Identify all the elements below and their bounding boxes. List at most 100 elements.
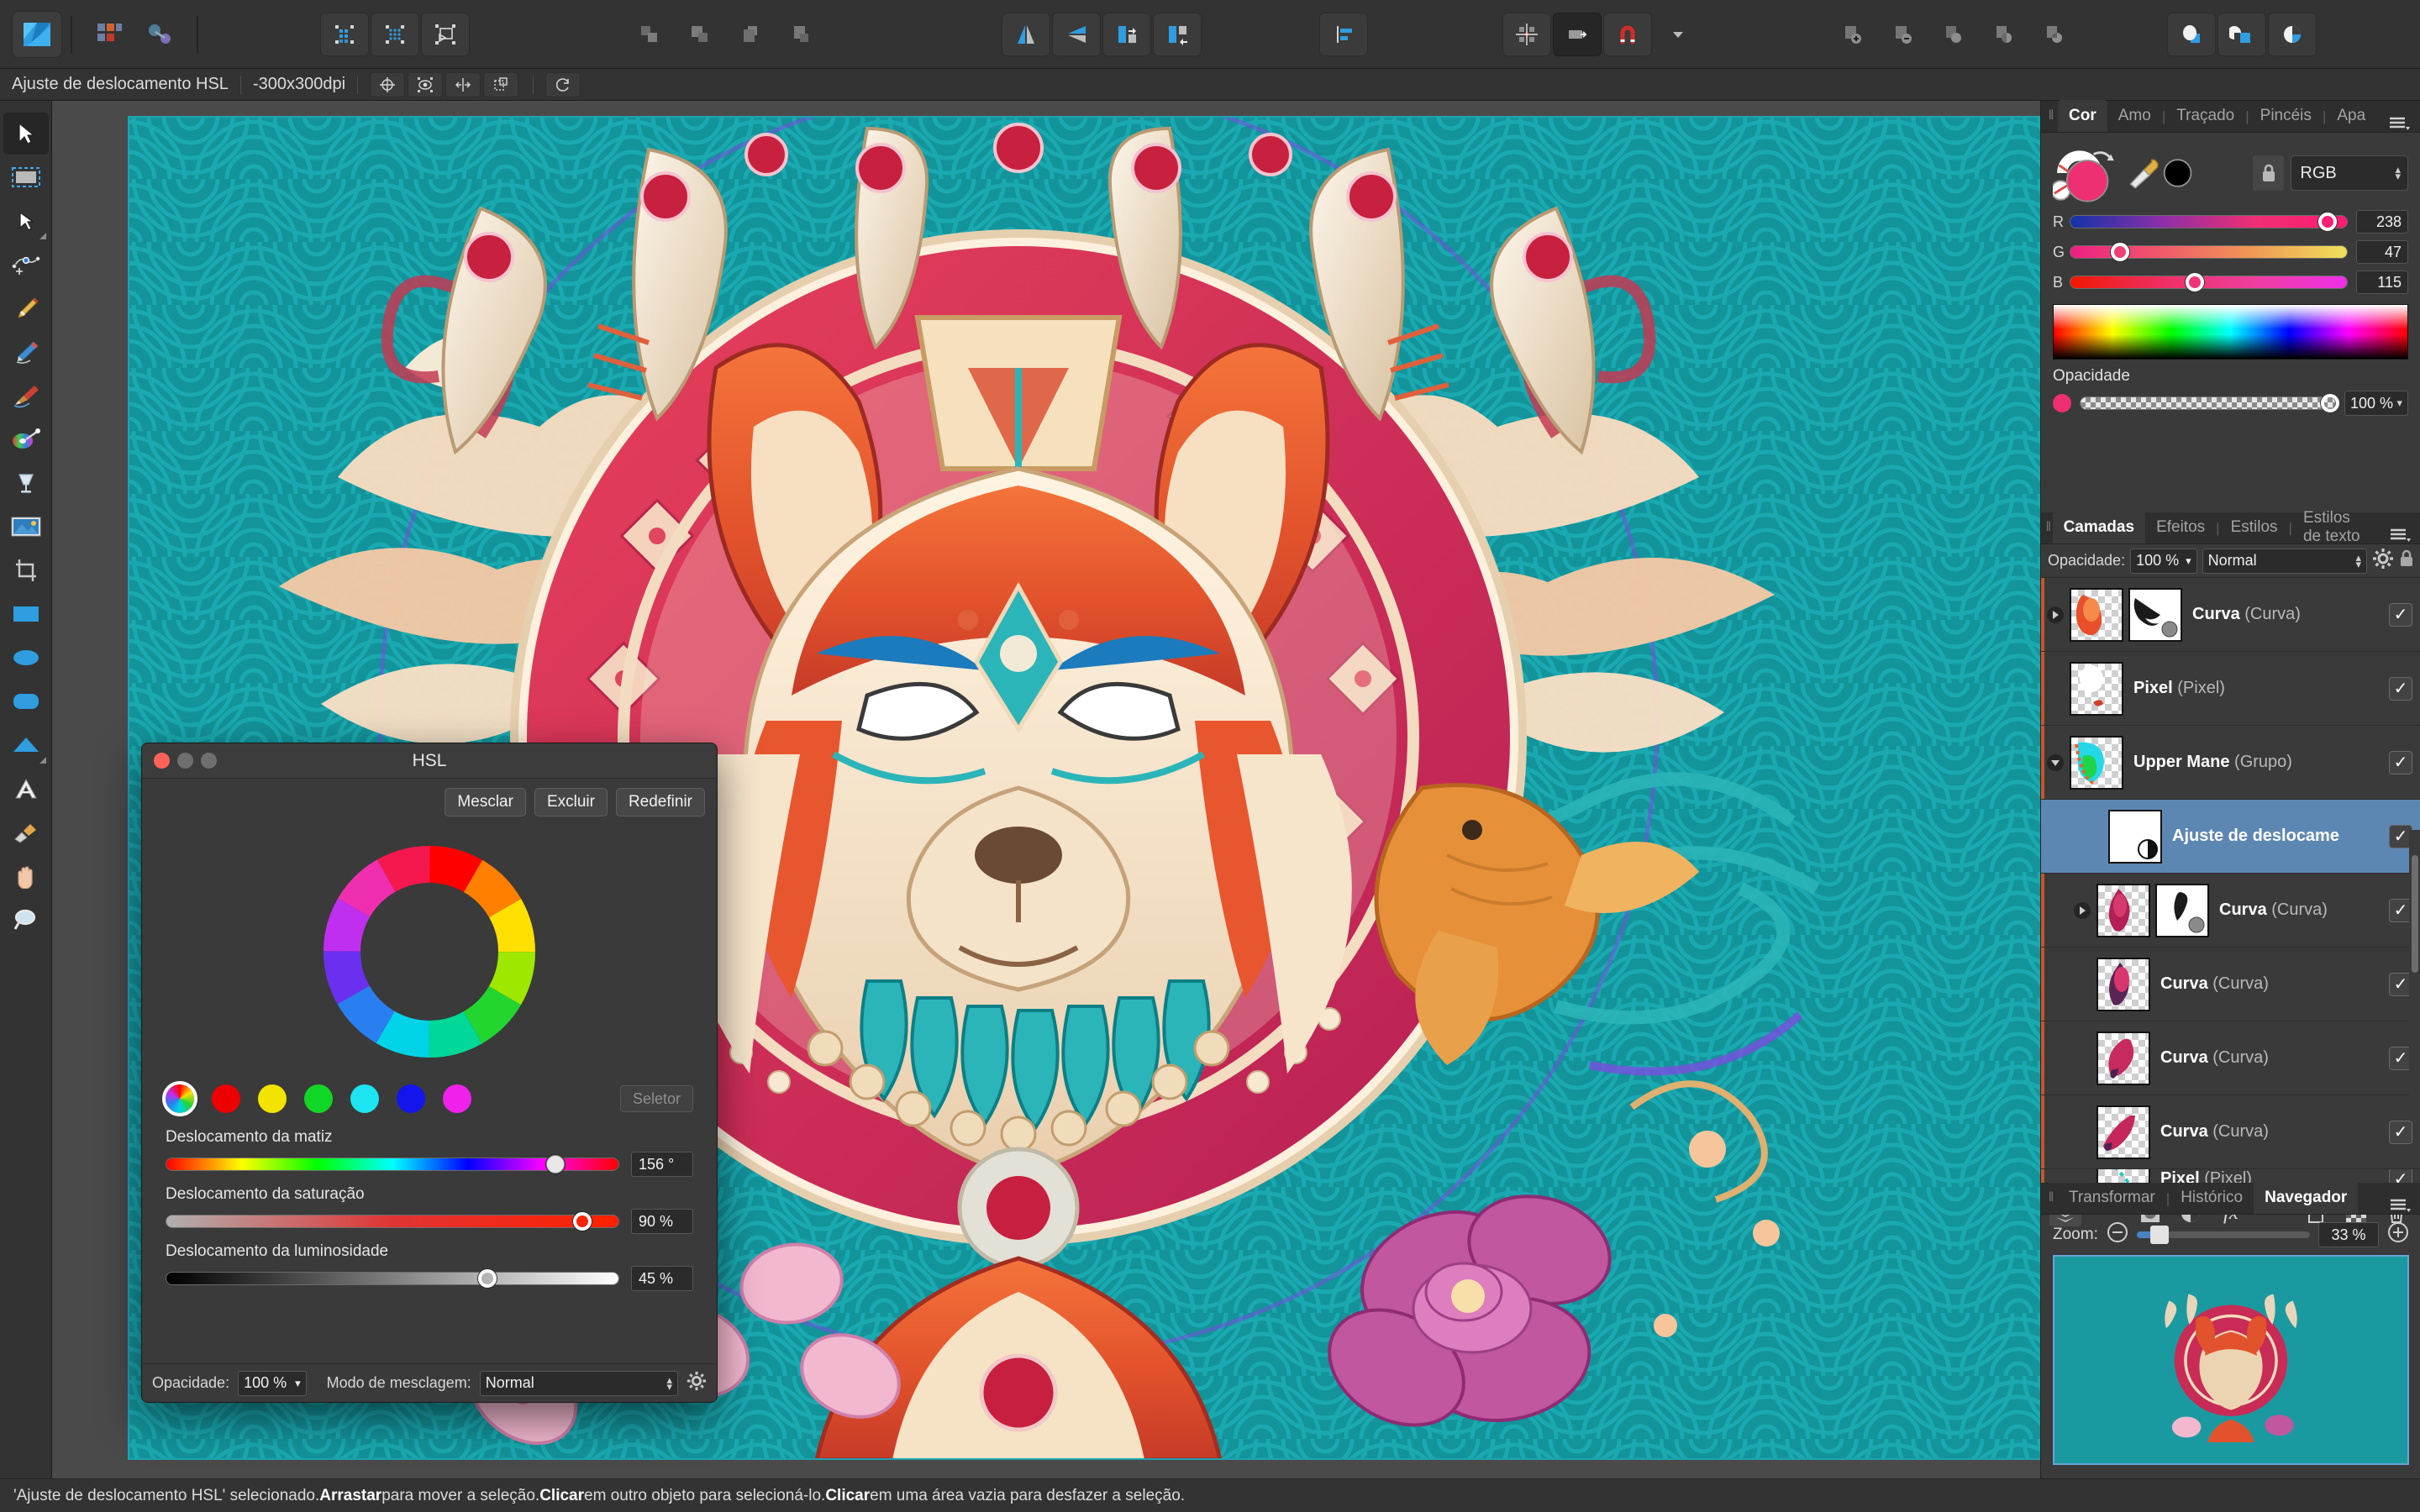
channel-slider-b[interactable] xyxy=(2070,273,2348,291)
tab-estilos[interactable]: Estilos xyxy=(2220,512,2289,543)
zoom-slider[interactable] xyxy=(2136,1226,2310,1244)
fill-glass-icon[interactable] xyxy=(3,462,49,504)
panel-grip-icon[interactable]: ‖ xyxy=(2044,1182,2058,1214)
opacity-value[interactable]: 100 % ▾ xyxy=(2344,391,2408,416)
pencil-tool[interactable] xyxy=(3,331,49,373)
tab-efeitos[interactable]: Efeitos xyxy=(2145,512,2216,543)
layer-opacity-select[interactable]: 100 % ▾ xyxy=(2130,548,2197,574)
layer-thumbnail[interactable] xyxy=(2096,883,2150,937)
channel-slider-g[interactable] xyxy=(2070,243,2348,261)
layer-visibility-checkbox[interactable]: ✓ xyxy=(2389,676,2412,701)
crop-icon[interactable] xyxy=(3,549,49,591)
node-tool[interactable] xyxy=(3,200,49,242)
layers-list[interactable]: Curva (Curva) ✓ Pixel (Pixel) ✓ Upper Ma… xyxy=(2041,578,2420,1194)
channel-value-r[interactable]: 238 xyxy=(2356,210,2408,234)
refresh-icon[interactable] xyxy=(545,71,581,97)
marquee-selection-tool[interactable] xyxy=(3,156,49,198)
eye-in-frame-icon[interactable] xyxy=(408,71,444,97)
tab-pinceis[interactable]: Pincéis xyxy=(2249,100,2323,132)
merge-button[interactable]: Mesclar xyxy=(445,788,526,816)
layer-thumbnail[interactable] xyxy=(2108,809,2162,864)
shape-overlap-icon[interactable] xyxy=(1980,13,2028,56)
table-row[interactable]: Curva (Curva) ✓ xyxy=(2041,578,2420,652)
saturation-shift-value[interactable]: 90 % xyxy=(631,1209,693,1234)
tab-amo[interactable]: Amo xyxy=(2107,100,2162,132)
gradient-fill-icon[interactable] xyxy=(3,811,49,853)
tab-tracado[interactable]: Traçado xyxy=(2165,100,2245,132)
grid-icon[interactable] xyxy=(1502,12,1551,56)
eyedropper-icon[interactable] xyxy=(2125,154,2161,192)
crosshair-target-icon[interactable] xyxy=(370,71,406,97)
navigator-preview[interactable] xyxy=(2053,1255,2409,1465)
table-row-selected[interactable]: Ajuste de deslocame ✓ xyxy=(2041,800,2420,874)
hue-wheel[interactable] xyxy=(315,837,544,1066)
gear-icon[interactable] xyxy=(687,1371,707,1395)
transform-selection-icon[interactable] xyxy=(421,12,470,56)
hue-shift-slider[interactable] xyxy=(166,1155,619,1173)
layer-thumbnail[interactable] xyxy=(2096,1105,2150,1159)
move-tool[interactable] xyxy=(3,113,49,155)
bring-front-icon[interactable] xyxy=(726,13,775,56)
stroke-swatch[interactable] xyxy=(2161,155,2194,191)
reset-button[interactable]: Redefinir xyxy=(615,788,705,816)
shape-xor-icon[interactable] xyxy=(2030,13,2079,56)
panel-grip-icon[interactable]: ‖ xyxy=(2044,100,2058,132)
send-back-icon[interactable] xyxy=(776,13,825,56)
rotate-right-icon[interactable] xyxy=(1153,12,1202,56)
fill-stroke-swatch[interactable] xyxy=(2053,143,2125,203)
table-row[interactable]: Curva (Curva) ✓ xyxy=(2041,1095,2420,1169)
swatch-cyans[interactable] xyxy=(350,1084,379,1113)
tab-camadas[interactable]: Camadas xyxy=(2052,512,2146,543)
hue-shift-value[interactable]: 156 ° xyxy=(631,1152,693,1177)
table-row[interactable]: Pixel (Pixel) ✓ xyxy=(2041,652,2420,726)
chevron-down-icon[interactable] xyxy=(1654,13,1702,56)
flip-vertical-icon[interactable] xyxy=(1052,12,1101,56)
hsl-blend-select[interactable]: Normal ▴ ▾ xyxy=(479,1370,678,1396)
pen-tool[interactable] xyxy=(3,287,49,329)
panel-menu-icon[interactable] xyxy=(2378,115,2420,132)
paint-brush-tool[interactable] xyxy=(3,375,49,417)
ellipse-square-icon[interactable] xyxy=(2167,12,2216,56)
hsl-dialog-titlebar[interactable]: HSL xyxy=(142,743,717,779)
layers-vertical-scrollbar[interactable] xyxy=(2409,830,2420,1099)
expand-arrow-icon[interactable] xyxy=(2068,901,2096,920)
mirror-icon[interactable] xyxy=(445,71,481,97)
tab-cor[interactable]: Cor xyxy=(2058,100,2107,132)
divide-icon[interactable] xyxy=(625,13,674,56)
layer-visibility-checkbox[interactable]: ✓ xyxy=(2389,750,2412,774)
color-wheel-brush-icon[interactable] xyxy=(3,418,49,460)
channel-value-b[interactable]: 115 xyxy=(2356,270,2408,294)
tab-navegador[interactable]: Navegador xyxy=(2254,1182,2359,1214)
collapse-arrow-icon[interactable] xyxy=(2041,753,2070,772)
layer-blend-mode-select[interactable]: Normal ▴ ▾ xyxy=(2202,548,2367,574)
dotted-grid-icon[interactable] xyxy=(371,12,419,56)
tab-historico[interactable]: Histórico xyxy=(2170,1182,2254,1214)
plus-circle-icon[interactable] xyxy=(2387,1221,2409,1248)
table-row[interactable]: Curva (Curva) ✓ xyxy=(2041,874,2420,948)
shape-plus-icon[interactable] xyxy=(1828,13,1877,56)
swatch-reds[interactable] xyxy=(212,1084,240,1113)
layer-thumbnail[interactable] xyxy=(2070,735,2123,790)
chevron-down-icon[interactable]: ▾ xyxy=(295,1377,301,1390)
table-row[interactable]: Curva (Curva) ✓ xyxy=(2041,1021,2420,1095)
shape-minus-icon[interactable] xyxy=(1879,13,1928,56)
layer-thumbnail[interactable] xyxy=(2096,1031,2150,1085)
layer-thumbnail[interactable] xyxy=(2070,661,2123,716)
hsl-dialog[interactable]: HSL Mesclar Excluir Redefinir Seletor De… xyxy=(141,743,718,1403)
gear-icon[interactable] xyxy=(2372,548,2394,574)
channel-slider-r[interactable] xyxy=(2070,213,2348,231)
layer-visibility-checkbox[interactable]: ✓ xyxy=(2389,1120,2412,1144)
rotate-left-icon[interactable] xyxy=(1102,12,1151,56)
hsl-opacity-select[interactable]: 100 % ▾ xyxy=(238,1370,307,1396)
layer-mask-thumbnail[interactable] xyxy=(2128,587,2182,642)
panel-menu-icon[interactable] xyxy=(2379,527,2420,543)
tab-estilos-de-texto[interactable]: Estilos de texto xyxy=(2292,509,2379,545)
pixel-grid-icon[interactable] xyxy=(320,12,369,56)
color-mode-select[interactable]: RGB ▴ ▾ xyxy=(2291,155,2408,191)
ellipse-icon[interactable] xyxy=(3,637,49,679)
layer-thumbnail[interactable] xyxy=(2070,587,2123,642)
layer-mask-thumbnail[interactable] xyxy=(2155,883,2209,937)
panel-menu-icon[interactable] xyxy=(2379,1197,2420,1214)
saturation-shift-slider[interactable] xyxy=(166,1212,619,1231)
swatch-blues[interactable] xyxy=(397,1084,425,1113)
